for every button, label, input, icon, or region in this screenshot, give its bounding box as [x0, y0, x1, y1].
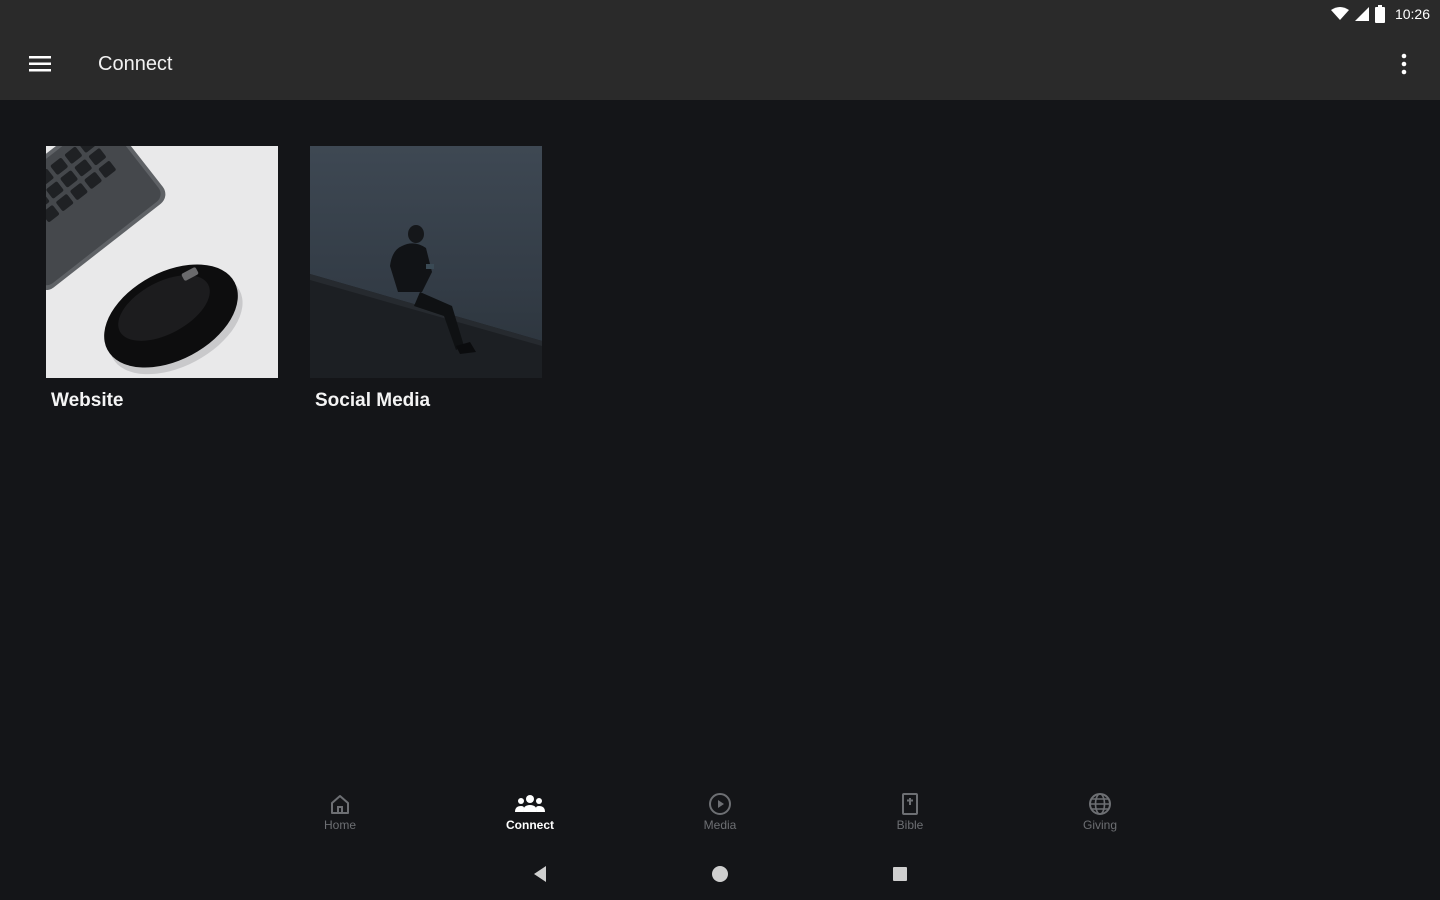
system-navigation	[0, 852, 1440, 896]
nav-label: Giving	[1082, 818, 1117, 832]
globe-icon	[1089, 793, 1111, 815]
home-icon	[331, 795, 349, 814]
tile-label: Website	[51, 390, 124, 411]
page-title: Connect	[98, 52, 173, 75]
bible-icon	[902, 793, 918, 815]
battery-icon	[1374, 5, 1385, 23]
nav-label: Media	[703, 818, 737, 832]
tile-label: Social Media	[315, 390, 431, 411]
nav-item-giving[interactable]: Giving	[1005, 780, 1195, 848]
home-circle-icon	[712, 866, 728, 882]
wifi-icon	[1330, 7, 1349, 20]
nav-item-home[interactable]: Home	[245, 780, 435, 848]
system-home-button[interactable]	[705, 859, 735, 889]
website-thumbnail	[46, 146, 278, 378]
connect-grid: Website Social Media	[46, 146, 542, 412]
cell-signal-icon	[1354, 7, 1369, 21]
system-back-button[interactable]	[525, 859, 555, 889]
back-icon	[534, 866, 546, 882]
status-bar: 10:26	[0, 0, 1440, 28]
play-circle-icon	[709, 793, 731, 815]
nav-item-media[interactable]: Media	[625, 780, 815, 848]
tile-social-media[interactable]: Social Media	[310, 146, 542, 412]
recents-icon	[893, 867, 907, 881]
nav-item-connect[interactable]: Connect	[435, 780, 625, 848]
nav-item-bible[interactable]: Bible	[815, 780, 1005, 848]
more-vert-icon	[1401, 53, 1407, 75]
overflow-menu-button[interactable]	[1386, 46, 1422, 82]
hamburger-menu-icon	[29, 56, 51, 72]
social-media-thumbnail	[310, 146, 542, 378]
nav-label: Bible	[896, 818, 924, 832]
tile-website[interactable]: Website	[46, 146, 278, 412]
status-time: 10:26	[1394, 6, 1430, 22]
menu-button[interactable]	[0, 28, 80, 100]
nav-label: Home	[323, 818, 356, 832]
system-recents-button[interactable]	[885, 859, 915, 889]
group-icon	[515, 795, 545, 812]
nav-label: Connect	[506, 818, 554, 832]
bottom-navigation: Home Connect Media Bible Giving	[0, 780, 1440, 848]
app-bar: Connect	[0, 28, 1440, 100]
